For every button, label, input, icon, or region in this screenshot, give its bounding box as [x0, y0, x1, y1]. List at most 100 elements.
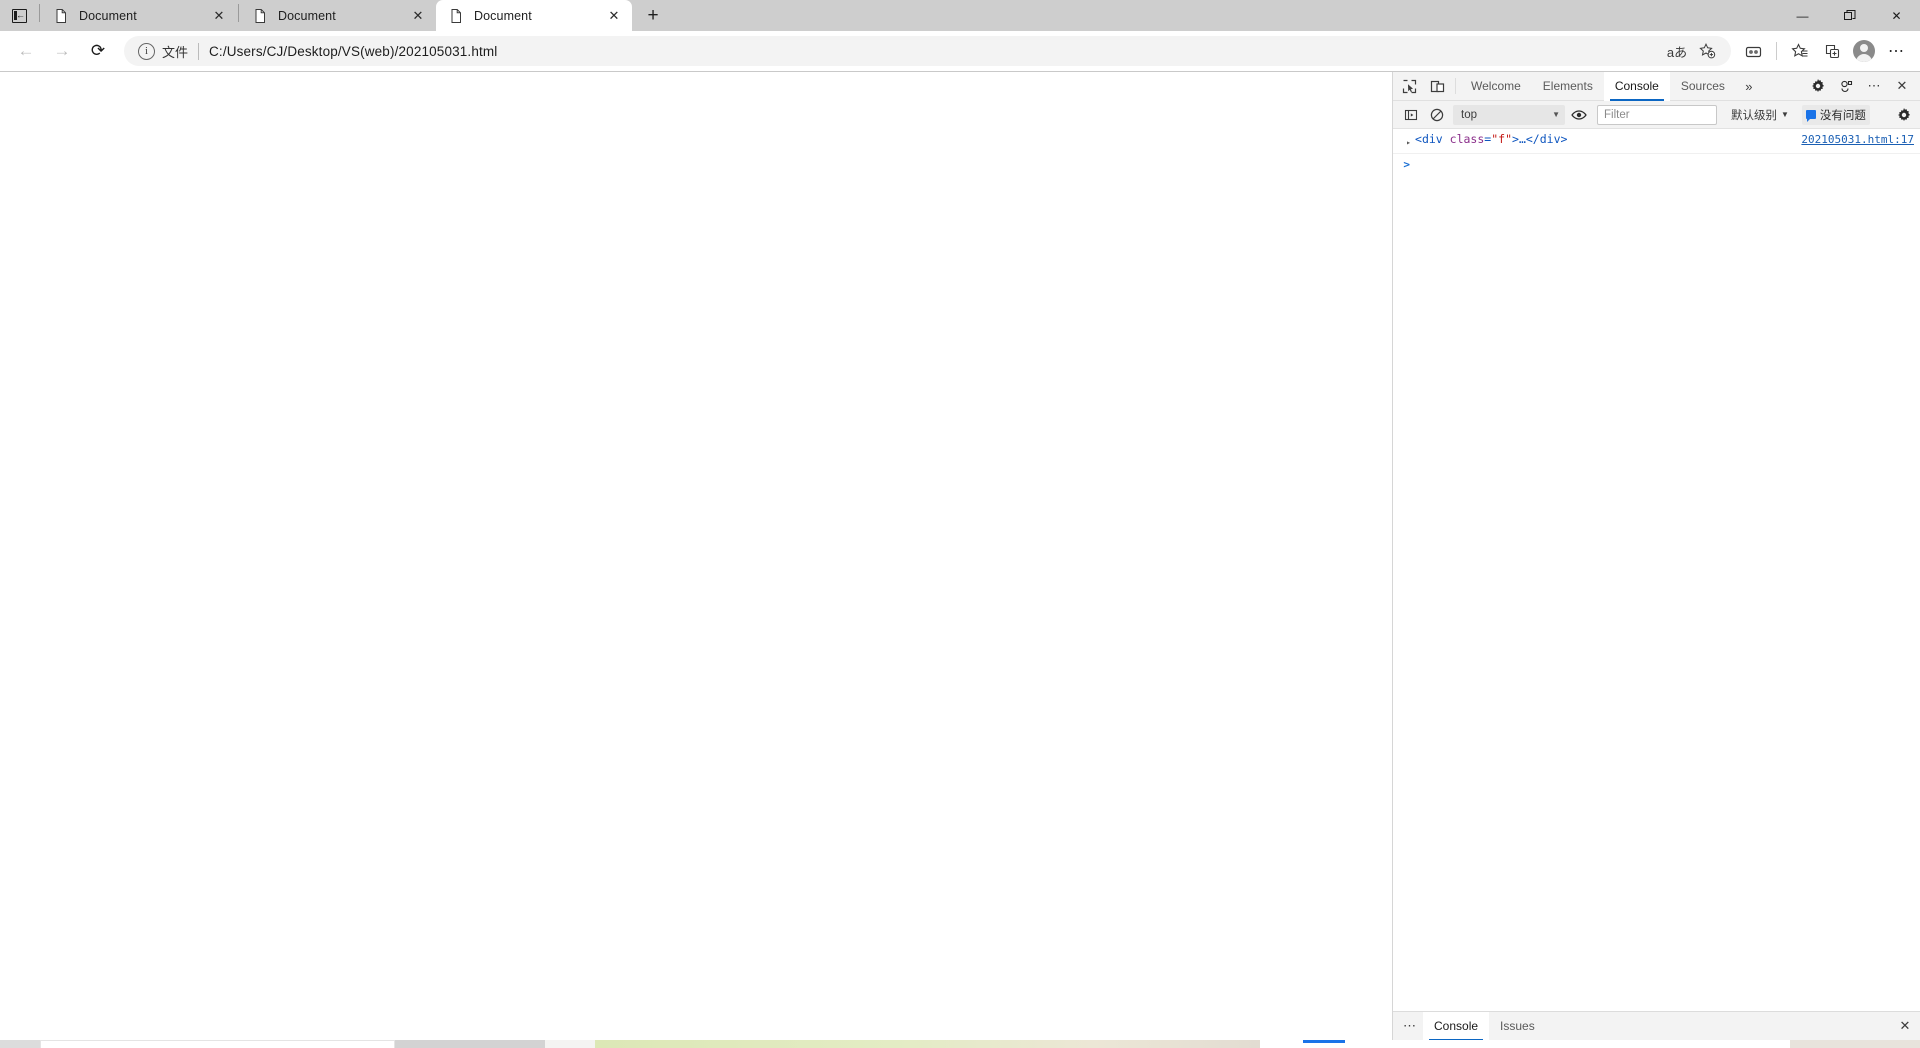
close-icon[interactable]: ✕ [408, 6, 428, 26]
token [1443, 132, 1450, 146]
devtools-tab-console[interactable]: Console [1604, 72, 1670, 101]
settings-and-more-button[interactable]: ⋯ [1880, 35, 1912, 67]
add-favorite-icon[interactable] [1693, 38, 1721, 64]
address-bar-actions: aあ [1663, 38, 1721, 64]
token: "f" [1491, 132, 1512, 146]
browser-body: Welcome Elements Console Sources » [0, 72, 1920, 1040]
tab-strip: Document ✕ Document ✕ Document [0, 0, 1920, 31]
console-toolbar: top ▼ Filter 默认级别 ▼ 没有问题 [1393, 101, 1920, 129]
reload-button[interactable]: ⟳ [80, 35, 116, 67]
console-source-link[interactable]: 202105031.html:17 [1793, 132, 1914, 147]
devtools-more-tabs-icon[interactable]: » [1736, 73, 1762, 100]
browser-tab-2[interactable]: Document ✕ [240, 1, 436, 31]
browser-tab-title: Document [278, 9, 408, 23]
log-level-value: 默认级别 [1731, 107, 1777, 123]
drawer-tab-console[interactable]: Console [1423, 1012, 1489, 1041]
tab-actions-icon [12, 9, 27, 23]
close-icon[interactable]: ✕ [209, 6, 229, 26]
console-output[interactable]: ▸ <div class="f">…</div> 202105031.html:… [1393, 129, 1920, 1011]
devtools-tabbar-divider [1455, 78, 1456, 94]
devtools-panel: Welcome Elements Console Sources » [1393, 72, 1920, 1040]
new-tab-button[interactable]: + [636, 1, 670, 31]
sliver-segment [395, 1040, 545, 1048]
background-window-sliver [0, 1040, 1920, 1048]
devtools-menu-icon[interactable]: ⋯ [1860, 73, 1888, 100]
document-icon [53, 8, 69, 24]
document-icon [252, 8, 268, 24]
browser-tab-title: Document [79, 9, 209, 23]
execution-context-select[interactable]: top ▼ [1453, 105, 1565, 125]
close-icon[interactable]: ✕ [604, 6, 624, 26]
token: > [1561, 132, 1568, 146]
minimize-button[interactable]: — [1779, 0, 1826, 31]
devtools-tab-elements[interactable]: Elements [1532, 72, 1604, 101]
console-sidebar-toggle-icon[interactable] [1399, 104, 1423, 126]
console-filter-input[interactable]: Filter [1597, 105, 1717, 125]
console-prompt-input[interactable] [1415, 158, 1920, 172]
issues-status-text: 没有问题 [1820, 107, 1866, 123]
sliver-segment [40, 1040, 395, 1048]
console-prompt-row[interactable]: > [1393, 154, 1920, 175]
token: </ [1526, 132, 1540, 146]
chevron-down-icon: ▼ [1552, 110, 1560, 119]
address-divider [198, 43, 199, 60]
close-window-button[interactable]: ✕ [1873, 0, 1920, 31]
browser-window: Document ✕ Document ✕ Document [0, 0, 1920, 1040]
site-info-icon[interactable]: i [138, 43, 155, 60]
token: > [1512, 132, 1519, 146]
drawer-more-icon[interactable]: ⋯ [1397, 1012, 1423, 1040]
devtools-tab-sources[interactable]: Sources [1670, 72, 1736, 101]
live-expression-eye-icon[interactable] [1567, 104, 1591, 126]
token: div [1540, 132, 1561, 146]
prompt-caret-icon: > [1393, 158, 1415, 171]
console-message-row[interactable]: ▸ <div class="f">…</div> 202105031.html:… [1393, 129, 1920, 154]
browser-toolbar: ← → ⟳ i 文件 C:/Users/CJ/Desktop/VS(web)/2… [0, 31, 1920, 72]
profile-avatar[interactable] [1848, 35, 1880, 67]
console-log-level-select[interactable]: 默认级别 ▼ [1727, 105, 1793, 125]
sliver-segment [0, 1040, 40, 1048]
window-controls: — ✕ [1779, 0, 1920, 31]
tab-actions-button[interactable] [0, 0, 38, 31]
issues-status-badge[interactable]: 没有问题 [1802, 105, 1870, 125]
toolbar-divider [1776, 42, 1777, 60]
expand-arrow-icon[interactable]: ▸ [1393, 132, 1415, 150]
execution-context-value: top [1461, 109, 1477, 121]
devtools-tabbar: Welcome Elements Console Sources » [1393, 72, 1920, 101]
read-aloud-icon[interactable]: aあ [1663, 38, 1691, 64]
browser-tab-title: Document [474, 9, 604, 23]
inspect-element-icon[interactable] [1395, 73, 1423, 100]
collections-icon[interactable] [1737, 35, 1769, 67]
restore-button[interactable] [1826, 0, 1873, 31]
sliver-segment [1790, 1040, 1920, 1048]
sliver-segment [1260, 1040, 1790, 1048]
back-button[interactable]: ← [8, 35, 44, 67]
document-icon [448, 8, 464, 24]
console-settings-gear-icon[interactable] [1892, 104, 1916, 126]
devtools-tab-welcome[interactable]: Welcome [1460, 72, 1532, 101]
split-screen-icon[interactable] [1816, 35, 1848, 67]
browser-tab-1[interactable]: Document ✕ [41, 1, 237, 31]
devtools-drawer: ⋯ Console Issues ✕ [1393, 1011, 1920, 1040]
forward-button[interactable]: → [44, 35, 80, 67]
browser-tab-3-active[interactable]: Document ✕ [436, 0, 632, 31]
sliver-segment [545, 1040, 595, 1048]
console-message-text: <div class="f">…</div> [1415, 132, 1793, 147]
chevron-down-icon: ▼ [1781, 110, 1789, 119]
sliver-segment [595, 1040, 1260, 1048]
drawer-tab-issues[interactable]: Issues [1489, 1012, 1546, 1041]
tab-strip-divider [39, 4, 40, 22]
devtools-close-icon[interactable]: ✕ [1888, 73, 1916, 100]
clear-console-icon[interactable] [1425, 104, 1449, 126]
token: … [1519, 132, 1526, 146]
favorites-icon[interactable] [1784, 35, 1816, 67]
drawer-close-icon[interactable]: ✕ [1890, 1012, 1920, 1040]
address-scheme-label: 文件 [162, 42, 188, 61]
address-url-text[interactable]: C:/Users/CJ/Desktop/VS(web)/202105031.ht… [209, 44, 1657, 59]
address-bar[interactable]: i 文件 C:/Users/CJ/Desktop/VS(web)/2021050… [124, 36, 1731, 66]
device-toolbar-icon[interactable] [1423, 73, 1451, 100]
gear-icon[interactable] [1804, 73, 1832, 100]
page-viewport [0, 72, 1393, 1040]
sliver-accent [1303, 1040, 1345, 1043]
avatar [1853, 40, 1875, 62]
customize-devtools-icon[interactable] [1832, 73, 1860, 100]
